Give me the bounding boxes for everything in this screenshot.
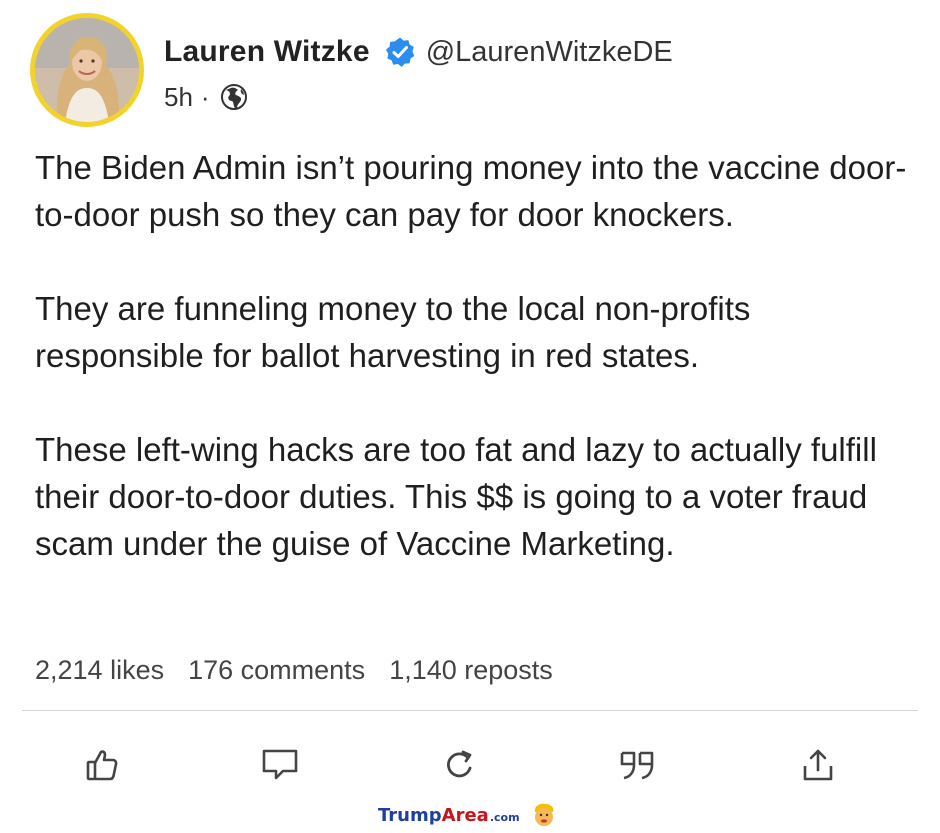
globe-icon	[220, 83, 248, 111]
avatar-photo	[35, 18, 139, 122]
author-handle[interactable]: @LaurenWitzkeDE	[426, 36, 673, 69]
like-button[interactable]	[80, 743, 124, 787]
post-meta: 5h ·	[164, 80, 248, 114]
watermark-trump: Trump	[378, 804, 442, 826]
watermark: Trump Area .com	[378, 800, 556, 830]
post-paragraph: The Biden Admin isn’t pouring money into…	[35, 149, 907, 233]
repost-button[interactable]	[437, 743, 481, 787]
quote-icon	[618, 747, 658, 783]
post-paragraph: They are funneling money to the local no…	[35, 290, 751, 374]
meta-separator: ·	[200, 81, 210, 112]
repost-icon	[441, 747, 477, 783]
avatar[interactable]	[30, 13, 144, 127]
verified-badge-icon	[384, 36, 416, 68]
thumbs-up-icon	[84, 747, 120, 783]
reposts-count[interactable]: 1,140 reposts	[389, 655, 553, 686]
share-icon	[800, 747, 836, 783]
author-display-name[interactable]: Lauren Witzke	[164, 35, 370, 69]
comment-icon	[260, 747, 300, 783]
post-paragraph: These left-wing hacks are too fat and la…	[35, 431, 877, 562]
likes-count[interactable]: 2,214 likes	[35, 655, 164, 686]
post-timestamp: 5h	[164, 81, 193, 112]
post-body: The Biden Admin isn’t pouring money into…	[35, 144, 915, 567]
action-bar	[0, 743, 940, 787]
author-row: Lauren Witzke @LaurenWitzkeDE	[164, 30, 673, 74]
comments-count[interactable]: 176 comments	[188, 655, 365, 686]
watermark-area: Area	[441, 804, 489, 826]
comment-button[interactable]	[258, 743, 302, 787]
quote-button[interactable]	[616, 743, 660, 787]
mascot-icon	[532, 802, 556, 828]
post-card: Lauren Witzke @LaurenWitzkeDE 5h · The B…	[0, 0, 940, 829]
engagement-stats: 2,214 likes 176 comments 1,140 reposts	[35, 650, 553, 690]
share-button[interactable]	[796, 743, 840, 787]
divider	[22, 710, 918, 711]
watermark-com: .com	[489, 810, 520, 824]
